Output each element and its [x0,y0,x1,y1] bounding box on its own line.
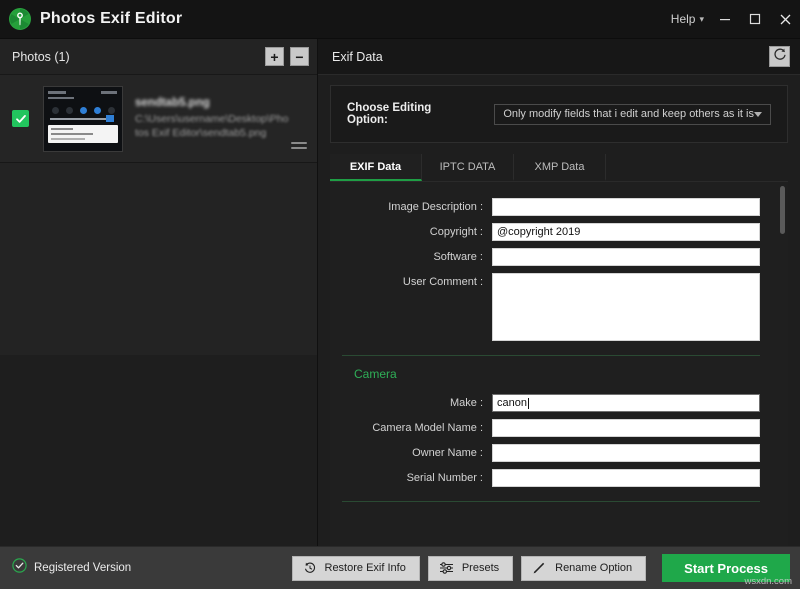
sliders-icon [439,561,454,575]
field-camera-model-name: Camera Model Name : [342,419,760,437]
field-label: Owner Name : [342,444,492,459]
thumbnail-image [44,87,122,151]
rename-option-button[interactable]: Rename Option [521,556,646,581]
maximize-icon [749,13,761,25]
exif-tabs: EXIF Data IPTC DATA XMP Data [330,154,788,181]
main-body: Photos (1) + − [0,39,800,546]
minimize-icon [719,13,731,25]
pencil-icon [532,561,547,575]
tab-xmp-data[interactable]: XMP Data [514,154,606,181]
field-label: Camera Model Name : [342,419,492,434]
maximize-button[interactable] [740,0,770,39]
close-icon [779,13,792,26]
check-circle-icon [12,558,27,578]
photo-file-name: sendtab5.png [135,97,289,109]
field-serial-number: Serial Number : [342,469,760,487]
editing-option-value: Only modify fields that i edit and keep … [503,108,754,120]
tab-exif-data[interactable]: EXIF Data [330,154,422,181]
text-cursor [528,398,529,409]
restore-exif-info-button[interactable]: Restore Exif Info [292,556,420,581]
photos-empty-area [0,355,317,547]
title-bar: Photos Exif Editor Help ▾ [0,0,800,39]
photos-panel-header: Photos (1) + − [0,39,317,75]
camera-section-title: Camera [354,367,760,381]
field-owner-name: Owner Name : [342,444,760,462]
app-title: Photos Exif Editor [40,10,182,28]
editing-option-select[interactable]: Only modify fields that i edit and keep … [494,104,771,125]
field-copyright: Copyright : @copyright 2019 [342,223,760,241]
help-label: Help [671,12,696,26]
copyright-input[interactable]: @copyright 2019 [492,223,760,241]
user-comment-textarea[interactable] [492,273,760,341]
make-input[interactable]: canon [492,394,760,412]
camera-model-name-input[interactable] [492,419,760,437]
editing-option-card: Choose Editing Option: Only modify field… [330,85,788,143]
exif-panel: Exif Data Choose Editing Option: Only [318,39,800,546]
help-menu-button[interactable]: Help ▾ [665,8,710,30]
status-badge: Registered Version [34,562,131,574]
serial-number-input[interactable] [492,469,760,487]
presets-label: Presets [462,562,499,574]
restore-clock-icon [303,561,317,575]
image-description-input[interactable] [492,198,760,216]
check-icon [15,113,27,125]
owner-name-input[interactable] [492,444,760,462]
list-item[interactable]: sendtab5.png C:\Users\username\Desktop\P… [0,75,317,163]
tab-iptc-data[interactable]: IPTC DATA [422,154,514,181]
add-photo-button[interactable]: + [265,47,284,66]
app-window: Photos Exif Editor Help ▾ [0,0,800,589]
software-input[interactable] [492,248,760,266]
field-make: Make : canon [342,394,760,412]
field-user-comment: User Comment : [342,273,760,341]
photo-list: sendtab5.png C:\Users\username\Desktop\P… [0,75,317,355]
photo-meta: sendtab5.png C:\Users\username\Desktop\P… [135,97,311,140]
field-label: Image Description : [342,198,492,213]
aperture-logo-icon [8,7,32,31]
field-label: Make : [342,394,492,409]
field-label: Serial Number : [342,469,492,484]
exif-form: Image Description : Copyright : @copyrig… [330,182,788,502]
registration-status: Registered Version [12,558,131,578]
make-input-value: canon [497,397,527,409]
rename-option-label: Rename Option [555,562,632,574]
start-process-button[interactable]: Start Process [662,554,790,582]
field-label: User Comment : [342,273,492,288]
photo-file-path: C:\Users\username\Desktop\Photos Exif Ed… [135,112,289,140]
hamburger-menu-icon[interactable] [291,142,307,152]
reset-refresh-button[interactable] [769,46,790,67]
section-divider [342,355,760,356]
exif-form-scrollbar[interactable] [780,186,785,542]
section-divider-next [342,501,760,502]
field-label: Software : [342,248,492,263]
scrollbar-thumb[interactable] [780,186,785,234]
exif-panel-header: Exif Data [318,39,800,75]
field-image-description: Image Description : [342,198,760,216]
exif-panel-body: Choose Editing Option: Only modify field… [318,75,800,546]
photo-checkbox[interactable] [12,110,29,127]
field-label: Copyright : [342,223,492,238]
close-button[interactable] [770,0,800,39]
photo-thumbnail[interactable] [43,86,123,152]
remove-photo-button[interactable]: − [290,47,309,66]
restore-exif-info-label: Restore Exif Info [325,562,406,574]
presets-button[interactable]: Presets [428,556,513,581]
chevron-down-icon [754,112,762,117]
reset-refresh-icon [773,47,787,66]
minimize-button[interactable] [710,0,740,39]
chevron-down-icon: ▾ [699,14,704,25]
photos-panel: Photos (1) + − [0,39,318,546]
footer-bar: Registered Version Restore Exif Info [0,546,800,589]
editing-option-label: Choose Editing Option: [347,102,444,126]
exif-panel-title: Exif Data [332,50,383,64]
field-software: Software : [342,248,760,266]
photos-count-label: Photos (1) [12,50,70,64]
exif-form-scroll-area: Image Description : Copyright : @copyrig… [330,181,788,546]
